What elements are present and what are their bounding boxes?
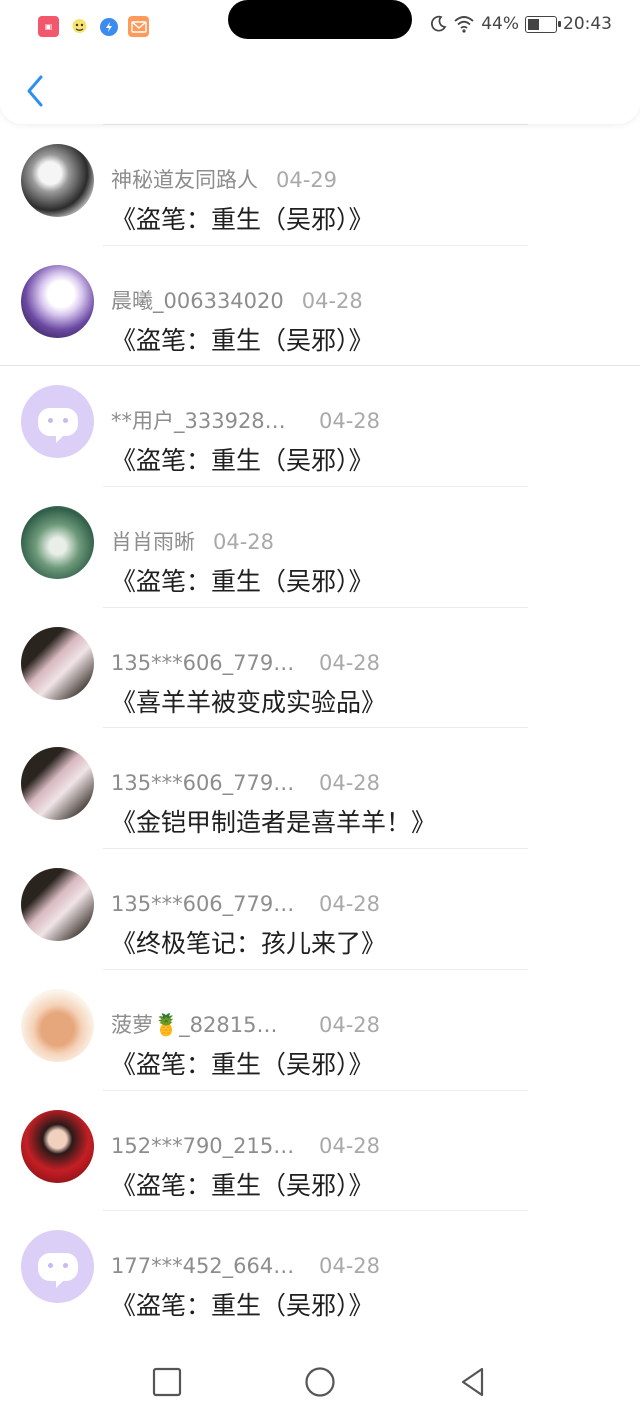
user-name: 135***606_779… xyxy=(111,892,295,917)
post-date: 04-28 xyxy=(319,650,381,675)
name-row: 152***790_215… 04-28 xyxy=(111,1134,380,1158)
home-button[interactable] xyxy=(302,1364,338,1400)
square-recents-icon xyxy=(152,1367,182,1397)
list-item[interactable]: 135***606_779… 04-28 《终极笔记：孩儿来了》 xyxy=(0,848,640,969)
divider xyxy=(103,486,528,488)
name-row: **用户_333928… 04-28 xyxy=(111,409,380,433)
book-title[interactable]: 《盗笔：重生（吴邪）》 xyxy=(111,566,374,598)
list-item[interactable]: 肖肖雨晰 04-28 《盗笔：重生（吴邪）》 xyxy=(0,486,640,607)
book-title[interactable]: 《终极笔记：孩儿来了》 xyxy=(111,928,386,960)
name-row: 神秘道友同路人 04-29 xyxy=(111,168,337,192)
system-nav-bar xyxy=(0,1342,640,1422)
user-name: 177***452_664… xyxy=(111,1254,295,1279)
avatar[interactable] xyxy=(21,264,94,338)
list-item[interactable]: 晨曦_006334020 04-28 《盗笔：重生（吴邪）》 xyxy=(0,244,640,366)
list-item[interactable]: 177***452_664… 04-28 《盗笔：重生（吴邪）》 xyxy=(0,1210,640,1331)
status-indicators: 44% 20:43 xyxy=(429,14,612,34)
divider xyxy=(103,1089,528,1091)
divider xyxy=(103,124,528,125)
avatar[interactable] xyxy=(21,144,94,217)
divider xyxy=(103,727,528,729)
book-title[interactable]: 《盗笔：重生（吴邪）》 xyxy=(111,1170,374,1202)
list-item[interactable]: **用户_333928… 04-28 《盗笔：重生（吴邪）》 xyxy=(0,365,640,486)
post-date: 04-29 xyxy=(276,168,338,192)
recents-button[interactable] xyxy=(149,1364,185,1400)
triangle-back-icon xyxy=(461,1367,484,1397)
chevron-left-icon xyxy=(27,75,43,107)
notification-icons: ▣ xyxy=(38,16,149,37)
book-title[interactable]: 《盗笔：重生（吴邪）》 xyxy=(111,325,374,357)
orange-envelope-icon xyxy=(128,16,149,37)
name-row: 135***606_779… 04-28 xyxy=(111,771,380,795)
top-panel: ▣ 44% 20:43 xyxy=(0,0,640,124)
name-row: 135***606_779… 04-28 xyxy=(111,892,380,916)
user-name: 神秘道友同路人 xyxy=(111,168,258,192)
list-item[interactable]: 135***606_779… 04-28 《金铠甲制造者是喜羊羊！》 xyxy=(0,727,640,848)
avatar[interactable] xyxy=(21,988,94,1062)
divider xyxy=(103,968,528,970)
divider xyxy=(103,848,528,850)
divider xyxy=(0,365,640,367)
avatar[interactable] xyxy=(21,1230,94,1304)
wifi-icon xyxy=(454,16,474,33)
user-name: **用户_333928… xyxy=(111,409,286,434)
divider xyxy=(103,1210,528,1212)
user-name: 菠萝🍍_82815… xyxy=(111,1012,278,1037)
post-date: 04-28 xyxy=(319,1133,381,1158)
avatar[interactable] xyxy=(21,385,94,459)
book-title[interactable]: 《盗笔：重生（吴邪）》 xyxy=(111,445,374,477)
post-date: 04-28 xyxy=(319,1012,381,1037)
status-bar: ▣ 44% 20:43 xyxy=(0,0,640,54)
name-row: 晨曦_006334020 04-28 xyxy=(111,289,363,313)
post-date: 04-28 xyxy=(213,530,275,555)
avatar[interactable] xyxy=(21,626,94,700)
post-date: 04-28 xyxy=(319,409,381,434)
list-item[interactable]: 神秘道友同路人 04-29 《盗笔：重生（吴邪）》 xyxy=(0,124,640,245)
list-item[interactable]: 135***606_779… 04-28 《喜羊羊被变成实验品》 xyxy=(0,606,640,728)
avatar[interactable] xyxy=(21,1109,94,1183)
cartoon-face-icon xyxy=(69,16,90,37)
post-date: 04-28 xyxy=(319,771,381,796)
message-list: 神秘道友同路人 04-29 《盗笔：重生（吴邪）》 晨曦_006334020 04-28… xyxy=(0,124,640,1331)
list-item[interactable]: 152***790_215… 04-28 《盗笔：重生（吴邪）》 xyxy=(0,1089,640,1211)
book-title[interactable]: 《盗笔：重生（吴邪）》 xyxy=(111,1290,374,1322)
app-notification-red-icon: ▣ xyxy=(38,16,59,37)
name-row: 135***606_779… 04-28 xyxy=(111,651,380,675)
post-date: 04-28 xyxy=(301,288,363,313)
user-name: 晨曦_006334020 xyxy=(111,288,284,313)
battery-percent: 44% xyxy=(481,14,519,34)
divider xyxy=(103,606,528,608)
book-title[interactable]: 《盗笔：重生（吴邪）》 xyxy=(111,204,374,236)
avatar[interactable] xyxy=(21,747,94,821)
battery-icon xyxy=(525,15,561,33)
camera-notch xyxy=(228,0,412,39)
back-nav-button[interactable] xyxy=(455,1364,491,1400)
name-row: 肖肖雨晰 04-28 xyxy=(111,530,274,554)
avatar[interactable] xyxy=(21,868,94,942)
post-date: 04-28 xyxy=(319,892,381,917)
list-item[interactable]: 菠萝🍍_82815… 04-28 《盗笔：重生（吴邪）》 xyxy=(0,968,640,1090)
chat-bubble-icon xyxy=(37,1252,78,1288)
blue-bolt-icon xyxy=(100,17,118,36)
book-title[interactable]: 《喜羊羊被变成实验品》 xyxy=(111,687,386,719)
user-name: 152***790_215… xyxy=(111,1133,295,1158)
book-title[interactable]: 《盗笔：重生（吴邪）》 xyxy=(111,1049,374,1081)
user-name: 135***606_779… xyxy=(111,650,295,675)
book-title[interactable]: 《金铠甲制造者是喜羊羊！》 xyxy=(111,807,436,839)
back-button[interactable] xyxy=(18,70,58,112)
clock: 20:43 xyxy=(563,14,612,34)
chat-bubble-icon xyxy=(37,407,78,443)
moon-icon xyxy=(431,15,447,32)
user-name: 肖肖雨晰 xyxy=(111,530,195,555)
name-row: 菠萝🍍_82815… 04-28 xyxy=(111,1013,380,1037)
name-row: 177***452_664… 04-28 xyxy=(111,1254,380,1278)
user-name: 135***606_779… xyxy=(111,771,295,796)
divider xyxy=(103,244,528,246)
post-date: 04-28 xyxy=(319,1254,381,1279)
circle-home-icon xyxy=(305,1367,335,1397)
avatar[interactable] xyxy=(21,506,94,580)
